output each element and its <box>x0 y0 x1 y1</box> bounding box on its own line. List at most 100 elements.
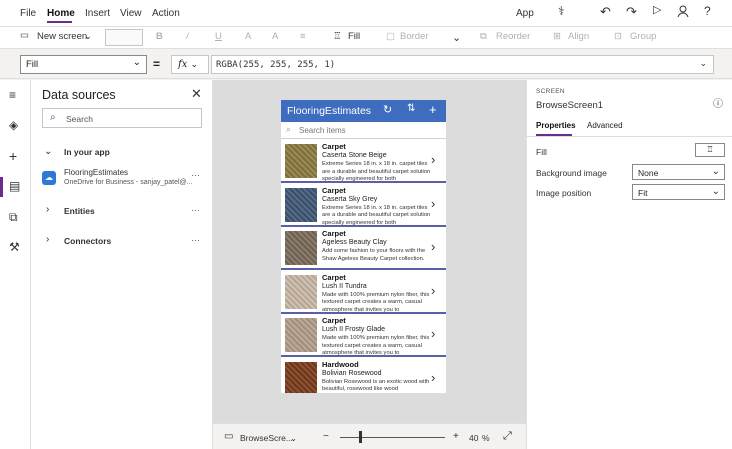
chevron-down-icon[interactable]: ⌄ <box>290 433 297 444</box>
chevron-right-icon[interactable]: › <box>431 152 435 167</box>
sort-icon[interactable]: ⇅ <box>407 103 415 114</box>
tab-advanced[interactable]: Advanced <box>587 121 623 130</box>
menu-action[interactable]: Action <box>152 8 180 19</box>
underline-icon[interactable]: U <box>215 31 222 42</box>
image-position-value: Fit <box>638 188 648 198</box>
gallery-item[interactable]: Carpet Lush II Frosty Glade Made with 100%… <box>281 314 446 357</box>
equals-sign: = <box>153 57 161 71</box>
redo-icon[interactable]: ↷ <box>626 5 637 18</box>
chevron-down-icon: ⌄ <box>132 57 141 68</box>
expand-ribbon-chevron-icon[interactable]: ⌄ <box>452 31 461 44</box>
bold-icon[interactable]: B <box>156 31 163 42</box>
group-icon[interactable]: ⊡ <box>614 31 622 42</box>
item-thumbnail <box>285 274 317 309</box>
tab-properties[interactable]: Properties <box>536 121 576 130</box>
advanced-tools-icon[interactable]: ⚒ <box>9 240 20 254</box>
italic-icon[interactable]: / <box>186 31 189 42</box>
in-your-app-section[interactable]: In your app <box>64 147 110 157</box>
new-screen-button[interactable]: New screen <box>37 31 87 42</box>
user-icon[interactable] <box>677 5 690 20</box>
refresh-icon[interactable]: ↻ <box>383 103 392 116</box>
border-icon[interactable]: ▢ <box>386 31 395 42</box>
property-value: Fill <box>26 59 39 70</box>
item-thumbnail <box>285 231 317 265</box>
align-icon[interactable]: ⊞ <box>553 31 561 42</box>
insert-plus-icon[interactable]: + <box>9 148 17 164</box>
menu-home[interactable]: Home <box>47 8 75 19</box>
screen-selector[interactable]: BrowseScre... <box>240 433 293 443</box>
play-icon[interactable]: ▷ <box>653 5 661 16</box>
menu-file[interactable]: File <box>20 8 36 19</box>
fx-button[interactable]: fx ⌄ <box>171 55 209 74</box>
fill-color-picker[interactable]: ♖ <box>695 143 725 157</box>
group-button[interactable]: Group <box>630 31 656 42</box>
entities-section[interactable]: Entities <box>64 206 95 216</box>
chevron-right-icon[interactable]: › <box>431 370 435 385</box>
add-icon[interactable]: + <box>429 102 437 117</box>
zoom-slider-thumb[interactable] <box>359 431 362 443</box>
item-description: Made with 100% premium nylon fiber, this… <box>322 335 430 356</box>
help-icon[interactable]: ? <box>704 5 711 17</box>
gallery-item[interactable]: Carpet Caserta Stone Beige Extreme Series … <box>281 140 446 183</box>
gallery-item[interactable]: Hardwood Bolivian Rosewood Bolivian Rosewo… <box>281 357 446 393</box>
stethoscope-icon[interactable]: ⚕ <box>558 5 565 17</box>
chevron-right-icon[interactable]: › <box>431 326 435 341</box>
align-button[interactable]: Align <box>568 31 589 42</box>
onedrive-icon: ☁ <box>42 171 56 185</box>
border-button[interactable]: Border <box>400 31 429 42</box>
app-checker-label[interactable]: App <box>516 8 534 19</box>
chevron-right-icon[interactable]: › <box>431 283 435 298</box>
connectors-section[interactable]: Connectors <box>64 236 111 246</box>
item-description: Add some fashion to your floors with the… <box>322 248 426 262</box>
zoom-slider-track[interactable] <box>340 437 445 438</box>
zoom-in-button[interactable]: + <box>453 431 459 442</box>
close-icon[interactable]: ✕ <box>191 86 202 102</box>
gallery-item[interactable]: Carpet Caserta Sky Grey Extreme Series 18 … <box>281 183 446 227</box>
undo-icon[interactable]: ↶ <box>600 5 611 18</box>
more-options-icon[interactable]: ··· <box>191 235 200 245</box>
background-image-dropdown[interactable]: None ⌄ <box>632 164 725 180</box>
font-size-input[interactable] <box>105 29 143 46</box>
fill-button[interactable]: Fill <box>348 31 360 42</box>
image-position-dropdown[interactable]: Fit ⌄ <box>632 184 725 200</box>
chevron-right-icon[interactable]: › <box>431 239 435 254</box>
data-source-name[interactable]: FlooringEstimates <box>64 168 128 177</box>
item-name: Lush II Frosty Glade <box>322 326 386 333</box>
zoom-out-button[interactable]: − <box>323 431 329 442</box>
chevron-down-icon[interactable]: ⌄ <box>44 146 52 157</box>
reorder-icon[interactable]: ⧉ <box>480 31 487 42</box>
item-thumbnail <box>285 361 317 393</box>
formula-input[interactable]: RGBA(255, 255, 255, 1) ⌄ <box>211 55 714 74</box>
align-text-icon[interactable]: ≡ <box>300 31 306 42</box>
gallery-item[interactable]: Carpet Ageless Beauty Clay Add some fashio… <box>281 227 446 270</box>
gallery-item[interactable]: Carpet Lush II Tundra Made with 100% premi… <box>281 270 446 314</box>
help-circle-icon[interactable]: ⓘ <box>713 95 723 110</box>
data-search-input[interactable]: ⌕ Search <box>42 108 202 128</box>
left-rail: ≡ ◈ + ▤ ⧉ ⚒ <box>0 80 31 449</box>
font-size-icon[interactable]: A <box>272 31 278 42</box>
new-screen-icon: ▭ <box>20 30 29 41</box>
font-color-icon[interactable]: A <box>245 31 251 42</box>
layers-icon[interactable]: ◈ <box>9 118 18 132</box>
reorder-button[interactable]: Reorder <box>496 31 530 42</box>
chevron-right-icon[interactable]: › <box>431 196 435 211</box>
app-preview-screen[interactable]: FlooringEstimates ↻ ⇅ + ⌕ Search items C… <box>281 100 446 393</box>
app-search-placeholder: Search items <box>299 126 346 135</box>
more-options-icon[interactable]: ··· <box>191 170 200 180</box>
app-header: FlooringEstimates ↻ ⇅ + <box>281 100 446 122</box>
chevron-right-icon[interactable]: › <box>46 234 49 245</box>
app-search-box[interactable]: ⌕ Search items <box>281 122 446 139</box>
hamburger-icon[interactable]: ≡ <box>9 88 16 102</box>
new-screen-chevron-icon[interactable]: ⌄ <box>84 31 92 42</box>
menu-insert[interactable]: Insert <box>85 8 110 19</box>
formula-bar: Fill ⌄ = fx ⌄ RGBA(255, 255, 255, 1) ⌄ <box>0 50 732 79</box>
fill-bucket-icon[interactable]: ♖ <box>333 31 342 42</box>
fit-to-window-icon[interactable]: ⤢ <box>503 430 512 443</box>
expand-formula-icon[interactable]: ⌄ <box>699 58 707 69</box>
property-dropdown[interactable]: Fill ⌄ <box>20 55 147 74</box>
media-icon[interactable]: ⧉ <box>9 210 18 225</box>
menu-view[interactable]: View <box>120 8 142 19</box>
database-icon[interactable]: ▤ <box>9 179 20 193</box>
chevron-right-icon[interactable]: › <box>46 204 49 215</box>
more-options-icon[interactable]: ··· <box>191 205 200 215</box>
